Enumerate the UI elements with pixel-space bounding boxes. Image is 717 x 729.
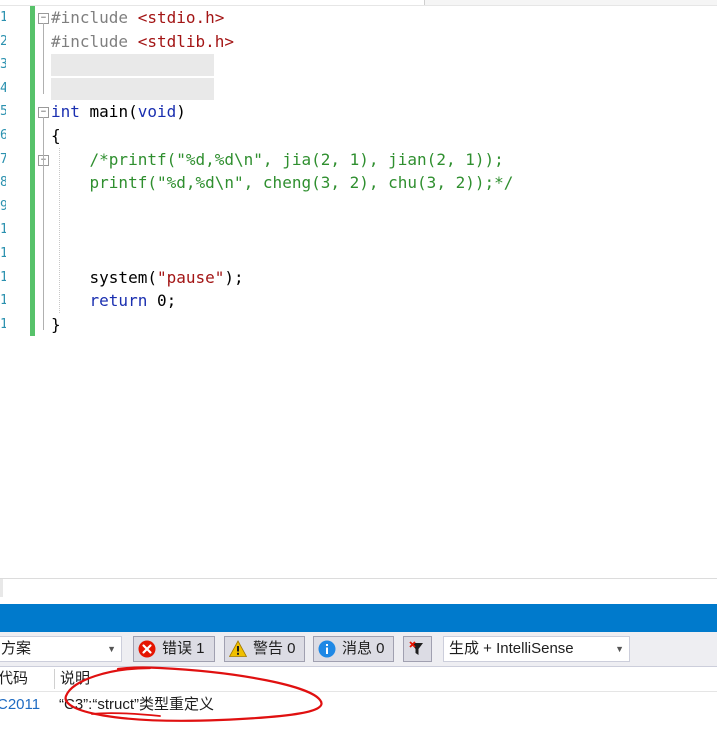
code-line[interactable]: { <box>51 124 61 148</box>
info-icon <box>318 640 336 658</box>
errors-filter-button[interactable]: 错误 1 <box>133 636 215 662</box>
line-number: 3 <box>0 57 6 73</box>
description-column-header[interactable]: 说明 <box>60 667 90 691</box>
indent-guide <box>59 147 60 313</box>
scope-label: 方案 <box>1 640 32 657</box>
fold-guide <box>43 117 44 330</box>
filter-clear-icon <box>409 641 423 655</box>
line-number: 8 <box>0 175 6 191</box>
build-source-label: 生成 + IntelliSense <box>449 640 574 657</box>
code-column-header[interactable]: 代码 <box>0 667 28 691</box>
comment: /*printf("%d,%d\n", jia(2, 1), jian(2, 1… <box>51 149 504 169</box>
chevron-down-icon: ▼ <box>615 644 624 654</box>
code-line[interactable]: int main(void) <box>51 100 186 124</box>
line-number: 2 <box>0 33 6 49</box>
code-line[interactable]: printf("%d,%d\n", cheng(3, 2), chu(3, 2)… <box>51 171 514 195</box>
type-keyword: int <box>51 102 80 122</box>
line-number: 5 <box>0 104 6 120</box>
line-number: 12 <box>0 269 6 285</box>
error-icon <box>138 640 156 658</box>
code-line[interactable]: #include <stdlib.h> <box>51 30 234 54</box>
messages-label: 消息 0 <box>342 640 385 657</box>
line-highlight <box>51 77 214 100</box>
code-text: { <box>51 126 61 145</box>
errors-label: 错误 1 <box>162 640 205 657</box>
line-number: 4 <box>0 80 6 96</box>
line-number: 1 <box>0 10 6 25</box>
punctuation: ); <box>224 267 244 287</box>
error-description: “C3”:“struct”类型重定义 <box>59 696 214 713</box>
punctuation: ) <box>176 102 186 122</box>
code-line[interactable]: system("pause"); <box>51 266 244 290</box>
scope-dropdown[interactable]: 方案 ▼ <box>0 636 122 662</box>
column-separator[interactable] <box>54 669 55 689</box>
line-number: 9 <box>0 198 6 214</box>
build-source-dropdown[interactable]: 生成 + IntelliSense ▼ <box>443 636 630 662</box>
error-list-header: 代码 说明 <box>0 667 717 692</box>
include-target: <stdio.h> <box>128 8 225 27</box>
function-call: system( <box>89 267 157 287</box>
line-number: 6 <box>0 128 6 143</box>
line-number: 11 <box>0 246 6 261</box>
include-target: <stdlib.h> <box>128 31 235 51</box>
function-name: main( <box>79 102 138 122</box>
line-number: 14 <box>0 316 6 332</box>
param-keyword: void <box>137 102 177 122</box>
string-literal: "pause" <box>156 267 225 287</box>
error-row[interactable]: C2011 “C3”:“struct”类型重定义 <box>0 692 717 718</box>
code-text: } <box>51 314 61 334</box>
code-line[interactable]: } <box>51 313 61 337</box>
messages-filter-button[interactable]: 消息 0 <box>313 636 394 662</box>
change-tracking-bar <box>30 6 35 336</box>
error-list-toolbar: 方案 ▼ 错误 1 警告 0 消息 0 生成 + IntelliSense ▼ <box>0 632 717 667</box>
code-line[interactable]: /*printf("%d,%d\n", jia(2, 1), jian(2, 1… <box>51 148 504 172</box>
fold-guide <box>43 23 44 94</box>
filter-toggle-button[interactable] <box>403 636 432 662</box>
editor-horizontal-scroll-area <box>0 578 717 597</box>
line-highlight <box>51 54 214 77</box>
line-number: 7 <box>0 151 6 167</box>
preprocessor-directive: #include <box>51 31 129 51</box>
code-editor[interactable]: 1234567891011121314 #include <stdio.h>#i… <box>0 6 717 578</box>
scroll-corner <box>0 579 3 597</box>
chevron-down-icon: ▼ <box>107 644 116 654</box>
error-list-title-bar <box>0 604 717 632</box>
error-code[interactable]: C2011 <box>0 692 40 718</box>
warning-icon <box>229 640 247 657</box>
warnings-filter-button[interactable]: 警告 0 <box>224 636 305 662</box>
warnings-label: 警告 0 <box>253 640 296 657</box>
line-number: 10 <box>0 222 6 238</box>
return-value: 0; <box>147 291 177 311</box>
comment: printf("%d,%d\n", cheng(3, 2), chu(3, 2)… <box>51 173 514 193</box>
return-keyword: return <box>89 291 148 311</box>
code-line[interactable]: return 0; <box>51 289 177 313</box>
code-line[interactable]: #include <stdio.h> <box>51 6 224 30</box>
line-number: 13 <box>0 293 6 309</box>
preprocessor-directive: #include <box>51 8 129 27</box>
